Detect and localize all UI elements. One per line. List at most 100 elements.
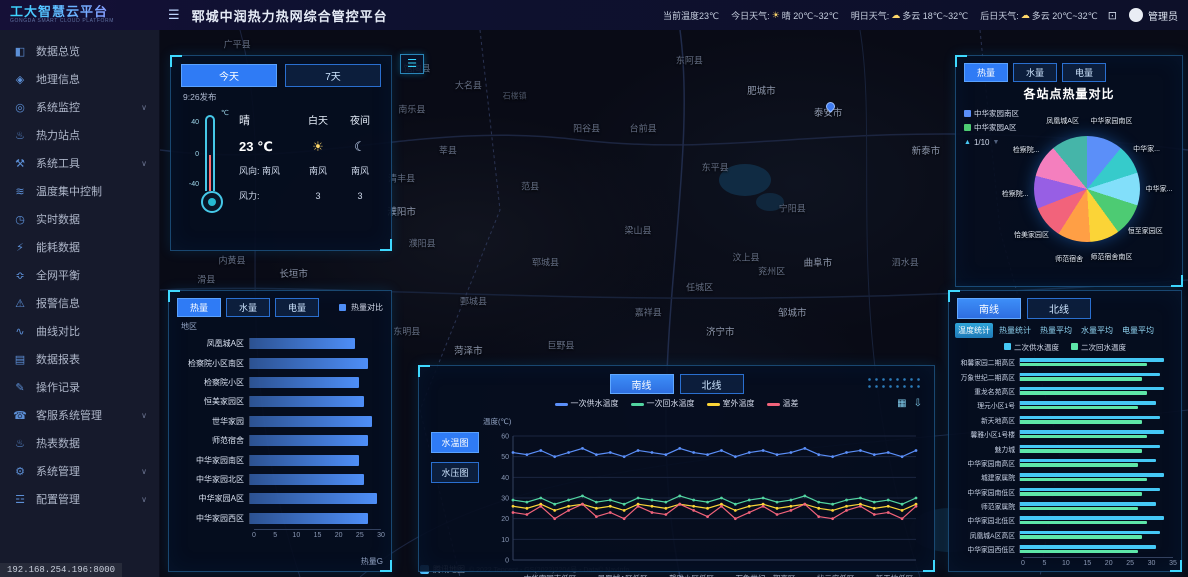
forecast-label: 明日天气:: [851, 9, 890, 22]
chart-mode-水压图[interactable]: 水压图: [431, 462, 479, 483]
legend-item[interactable]: 二次供水温度: [1004, 342, 1059, 353]
alarm-icon: ⚠: [12, 297, 28, 310]
map-panel-toggle-icon[interactable]: ☰: [400, 54, 424, 74]
bar-二次供水温度: [1020, 430, 1164, 434]
menu-collapse-icon[interactable]: ☰: [168, 7, 180, 23]
leftbar-tab-电量[interactable]: 电量: [275, 298, 319, 317]
line-tab-南线[interactable]: 南线: [610, 374, 674, 394]
sidebar-item-report[interactable]: ▤数据报表: [0, 345, 159, 373]
bar-row: 检察院小区: [169, 373, 391, 392]
pie-tab-热量[interactable]: 热量: [964, 63, 1008, 82]
line-panel-header: 南线北线: [419, 374, 934, 394]
axis-tick-label: 35: [1169, 560, 1177, 567]
username: 管理员: [1148, 8, 1178, 23]
chevron-down-icon: ∨: [141, 103, 147, 112]
bar-track: [249, 396, 381, 407]
sidebar-item-overview[interactable]: ◧数据总览: [0, 37, 159, 65]
legend-swatch: [1071, 343, 1078, 350]
stat-subtab-温度统计[interactable]: 温度统计: [955, 323, 993, 338]
bar-track: [249, 493, 381, 504]
stat-subtab-热量平均[interactable]: 热量平均: [1037, 323, 1075, 338]
header-weather-item: 后日天气:☁多云 20℃~32℃: [980, 9, 1098, 22]
monitor-icon: ◎: [12, 101, 28, 114]
sidebar-item-service[interactable]: ☎客服系统管理∨: [0, 401, 159, 429]
sidebar-item-heatdata[interactable]: ♨热表数据: [0, 429, 159, 457]
bar-二次回水温度: [1020, 550, 1138, 554]
bar-row: 师范家属院: [949, 499, 1181, 513]
chevron-down-icon: ∨: [141, 159, 147, 168]
realtime-icon: ◷: [12, 213, 28, 226]
sidebar-item-sysmgmt[interactable]: ⚙系统管理∨: [0, 457, 159, 485]
bar-track: [1019, 531, 1173, 539]
map-place-label: 汶上县: [732, 251, 759, 264]
sidebar-item-config[interactable]: ☲配置管理∨: [0, 485, 159, 513]
rightbar-tab-北线[interactable]: 北线: [1027, 298, 1091, 319]
sidebar-item-curve[interactable]: ∿曲线对比: [0, 317, 159, 345]
legend-item[interactable]: 一次回水温度: [631, 398, 695, 409]
sidebar-item-stations[interactable]: ♨热力站点: [0, 121, 159, 149]
chart-mode-水温图[interactable]: 水温图: [431, 432, 479, 453]
forecast-label: 后日天气:: [980, 9, 1019, 22]
stat-subtab-电量平均[interactable]: 电量平均: [1119, 323, 1157, 338]
sidebar-item-geo[interactable]: ◈地理信息: [0, 65, 159, 93]
sidebar-item-monitor[interactable]: ◎系统监控∨: [0, 93, 159, 121]
x-category-label: 状元府低区: [817, 573, 855, 577]
day-forecast-column: 白天 ☀ 南风 3: [297, 107, 339, 227]
weather-tab-今天[interactable]: 今天: [181, 64, 277, 87]
legend-item[interactable]: 温差: [767, 398, 799, 409]
logo-title: 工大智慧云平台: [10, 5, 160, 19]
logo-subtitle: GONGDA SMART CLOUD PLATFORM: [10, 19, 160, 25]
bar-row: 中华家园南区: [169, 450, 391, 469]
legend-item[interactable]: 中华家园南区: [964, 108, 1019, 119]
bar-row: 凤凰城A区高区: [949, 528, 1181, 542]
sidebar-item-balance[interactable]: ≎全网平衡: [0, 261, 159, 289]
axis-tick-label: 20: [1105, 560, 1113, 567]
bar-二次回水温度: [1020, 435, 1147, 439]
bar-track: [1019, 516, 1173, 524]
pie-tab-水量[interactable]: 水量: [1013, 63, 1057, 82]
x-category-label: 新天地低区: [876, 573, 914, 577]
bar-track: [1019, 387, 1173, 395]
map-canvas[interactable]: 广平县馆陶县大名县石楼镇阳谷县东阿县台前县东平县莘县清丰县南乐县濮阳市濮阳县内黄…: [160, 30, 1188, 577]
rightbar-tab-南线[interactable]: 南线: [957, 298, 1021, 319]
sidebar-item-alarm[interactable]: ⚠报警信息: [0, 289, 159, 317]
leftbar-tab-热量[interactable]: 热量: [177, 298, 221, 317]
bar-row: 理元小区1号: [949, 398, 1181, 412]
legend-item[interactable]: 中华家园A区: [964, 122, 1019, 133]
sidebar-item-realtime[interactable]: ◷实时数据: [0, 205, 159, 233]
sidebar-item-oplog[interactable]: ✎操作记录: [0, 373, 159, 401]
forecast-label: 今日天气:: [731, 9, 770, 22]
pie-tab-电量[interactable]: 电量: [1062, 63, 1106, 82]
bar-track: [1019, 488, 1173, 496]
legend-item[interactable]: 二次回水温度: [1071, 342, 1126, 353]
sidebar-item-energy[interactable]: ⚡能耗数据: [0, 233, 159, 261]
save-image-icon[interactable]: ⇩: [914, 398, 922, 409]
legend-item[interactable]: 室外温度: [707, 398, 755, 409]
legend-item[interactable]: 一次供水温度: [555, 398, 619, 409]
leftbar-tab-水量[interactable]: 水量: [226, 298, 270, 317]
wind-power-label: 风力:: [239, 184, 297, 209]
page-down-icon[interactable]: ▼: [993, 139, 1000, 146]
bar-category-label: 师范宿舍: [177, 435, 249, 446]
stat-subtab-热量统计[interactable]: 热量统计: [996, 323, 1034, 338]
line-tab-北线[interactable]: 北线: [680, 374, 744, 394]
sun-icon: ☀: [772, 10, 780, 21]
stat-subtab-水量平均[interactable]: 水量平均: [1078, 323, 1116, 338]
sidebar-item-tools[interactable]: ⚒系统工具∨: [0, 149, 159, 177]
forecast-value: 多云 18℃~32℃: [902, 9, 968, 22]
legend-swatch: [1004, 343, 1011, 350]
weather-tab-7天[interactable]: 7天: [285, 64, 381, 87]
pie-slice-label: 中华家园南区: [1090, 116, 1132, 126]
metric-tab-group: 热量水量电量: [177, 298, 319, 317]
bar-二次供水温度: [1020, 545, 1156, 549]
fullscreen-icon[interactable]: ⊡: [1108, 9, 1117, 22]
bar-row: 馨雅小区1号楼: [949, 427, 1181, 441]
page-up-icon[interactable]: ▲: [964, 139, 971, 146]
bar-track: [1019, 459, 1173, 467]
line-legend: 一次供水温度 一次回水温度 室外温度 温差: [419, 398, 934, 409]
data-view-icon[interactable]: ▦: [897, 398, 906, 409]
map-place-label: 滑县: [197, 272, 215, 285]
bar: [250, 493, 377, 504]
avatar[interactable]: [1129, 8, 1143, 22]
sidebar-item-tempctrl[interactable]: ≋温度集中控制: [0, 177, 159, 205]
